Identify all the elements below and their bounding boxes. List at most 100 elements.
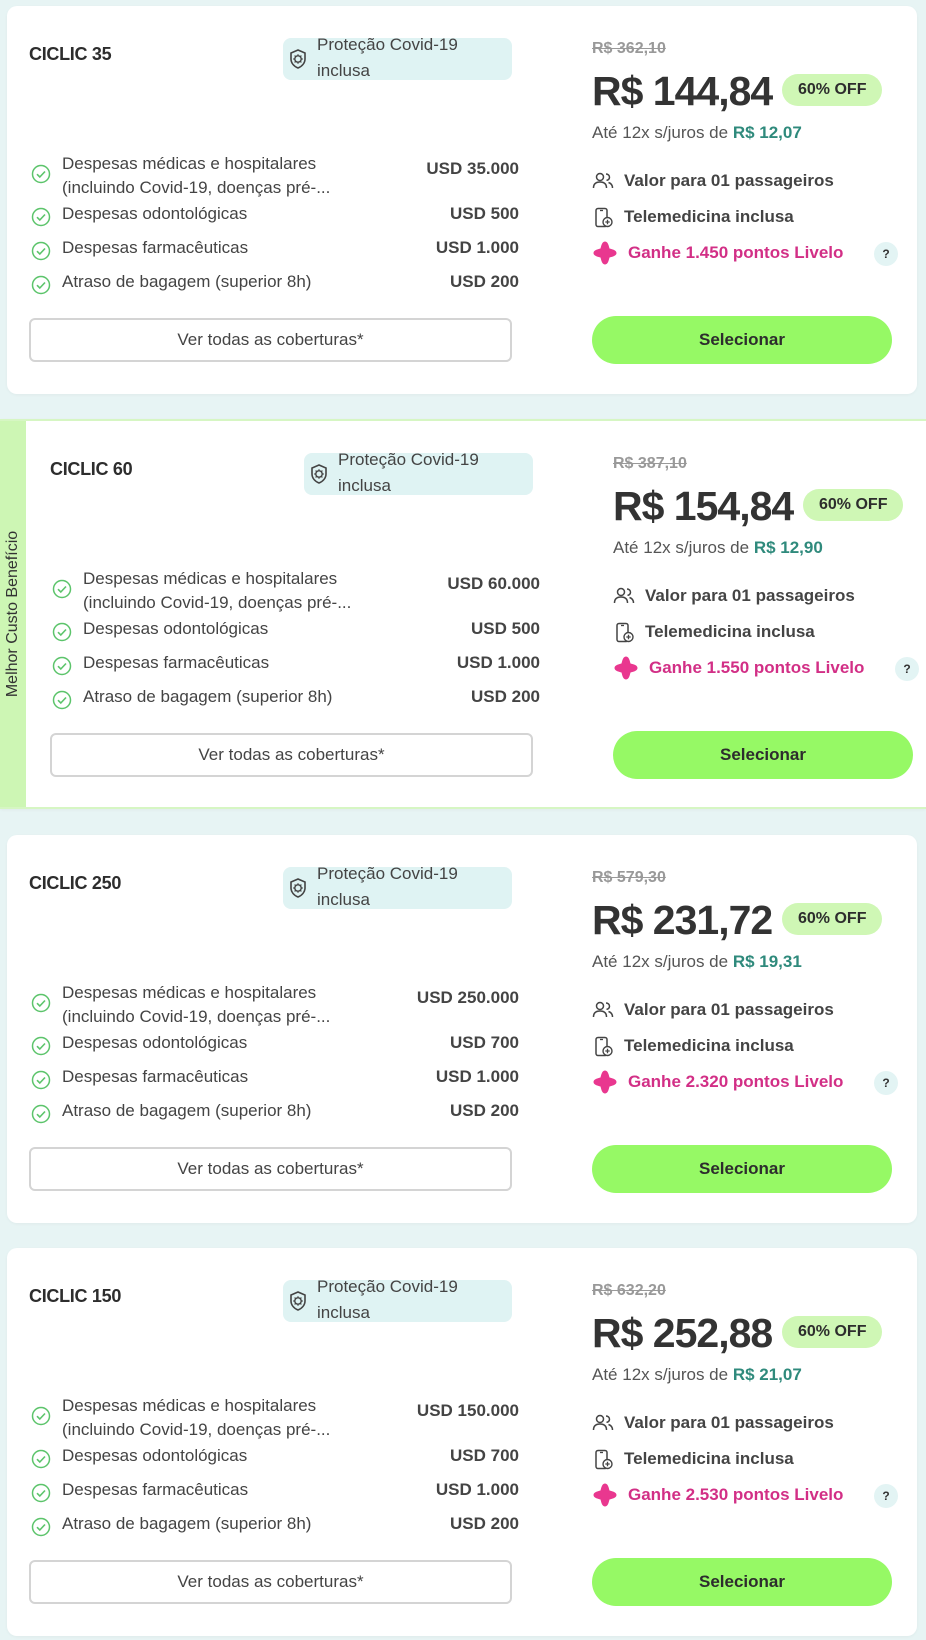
coverage-item: Atraso de bagagem (superior 8h) USD 200 [29,270,519,304]
coverage-label: Atraso de bagagem (superior 8h) [62,272,312,291]
discount-badge: 60% OFF [803,489,904,521]
livelo-points-label: Ganhe 2.530 pontos Livelo [628,1485,844,1504]
coverage-item: Despesas odontológicas USD 700 [29,1444,519,1478]
plan-card-content: CICLIC 35 Proteção Covid-19 inclusa Desp… [7,6,917,394]
livelo-help-icon[interactable]: ? [895,657,919,681]
plan-card-content: CICLIC 250 Proteção Covid-19 inclusa Des… [7,835,917,1223]
coverage-value: USD 200 [450,1101,519,1120]
current-price: R$ 252,88 [592,1310,773,1356]
livelo-help-icon[interactable]: ? [874,1484,898,1508]
see-all-coverages-button[interactable]: Ver todas as coberturas* [50,733,533,777]
livelo-help-icon[interactable]: ? [874,242,898,266]
installments-text: Até 12x s/juros de R$ 12,07 [592,123,802,143]
current-price: R$ 231,72 [592,897,773,943]
see-all-coverages-button[interactable]: Ver todas as coberturas* [29,1147,512,1191]
coverage-label: Despesas odontológicas [62,1446,248,1465]
coverage-value: USD 700 [450,1033,519,1052]
coverage-item: Despesas odontológicas USD 500 [29,202,519,236]
installments-value: R$ 19,31 [732,952,802,971]
plan-card: Melhor Custo Benefício CICLIC 60 Proteçã… [0,419,926,809]
coverage-list: Despesas médicas e hospitalares (incluin… [29,1394,519,1546]
coverage-label: Despesas odontológicas [83,619,269,638]
coverage-value: USD 1.000 [456,653,540,672]
select-plan-button[interactable]: Selecionar [592,1558,892,1606]
check-circle-icon [52,579,72,599]
coverage-item: Despesas farmacêuticas USD 1.000 [29,1065,519,1099]
coverage-item: Despesas médicas e hospitalares (incluin… [29,1394,519,1444]
coverage-value: USD 250.000 [416,988,519,1007]
phone-medical-icon [595,1449,613,1470]
coverage-label: Despesas odontológicas [62,204,248,223]
check-circle-icon [31,207,51,227]
coverage-item: Atraso de bagagem (superior 8h) USD 200 [50,685,540,719]
coverage-label: Despesas farmacêuticas [62,238,249,257]
coverage-list: Despesas médicas e hospitalares (incluin… [29,981,519,1133]
users-icon [592,1001,614,1018]
users-icon [613,587,635,604]
coverage-label: Despesas farmacêuticas [83,653,270,672]
covid-badge-label: Proteção Covid-19 inclusa [317,35,458,80]
check-circle-icon [52,656,72,676]
check-circle-icon [31,1406,51,1426]
current-price: R$ 144,84 [592,68,773,114]
coverage-label: Despesas farmacêuticas [62,1480,249,1499]
covid-badge-label: Proteção Covid-19 inclusa [317,864,458,909]
telemedicine-label: Telemedicina inclusa [624,207,794,226]
phone-medical-icon [616,622,634,643]
old-price: R$ 632,20 [592,1282,666,1299]
select-plan-button[interactable]: Selecionar [592,316,892,364]
check-circle-icon [52,690,72,710]
discount-badge: 60% OFF [782,74,883,106]
covid-badge-label: Proteção Covid-19 inclusa [338,450,479,495]
covid-badge-label: Proteção Covid-19 inclusa [317,1277,458,1322]
livelo-logo-icon [614,656,638,680]
phone-medical-icon [595,207,613,228]
installments-text: Até 12x s/juros de R$ 12,90 [613,538,823,558]
installments-value: R$ 12,90 [753,538,823,557]
plan-name: CICLIC 150 [29,1286,122,1306]
virus-shield-icon [290,49,306,69]
livelo-logo-icon [593,1070,617,1094]
installments-prefix: Até 12x s/juros de [592,1365,733,1384]
plan-card: CICLIC 250 Proteção Covid-19 inclusa Des… [7,835,917,1223]
coverage-label: Despesas médicas e hospitalares (incluin… [83,569,352,612]
coverage-item: Atraso de bagagem (superior 8h) USD 200 [29,1512,519,1546]
installments-prefix: Até 12x s/juros de [592,123,733,142]
coverage-value: USD 700 [450,1446,519,1465]
installments-text: Até 12x s/juros de R$ 21,07 [592,1365,802,1385]
coverage-label: Despesas farmacêuticas [62,1067,249,1086]
coverage-item: Despesas farmacêuticas USD 1.000 [29,236,519,270]
coverage-value: USD 200 [471,687,540,706]
check-circle-icon [31,1517,51,1537]
covid-protection-badge: Proteção Covid-19 inclusa [283,35,512,80]
virus-shield-icon [290,878,306,898]
coverage-item: Despesas odontológicas USD 500 [50,617,540,651]
livelo-points-label: Ganhe 1.550 pontos Livelo [649,658,865,677]
see-all-coverages-button[interactable]: Ver todas as coberturas* [29,1560,512,1604]
installments-text: Até 12x s/juros de R$ 19,31 [592,952,802,972]
coverage-value: USD 60.000 [447,574,540,593]
virus-shield-icon [311,464,327,484]
select-plan-button[interactable]: Selecionar [613,731,913,779]
users-icon [592,172,614,189]
coverage-item: Despesas odontológicas USD 700 [29,1031,519,1065]
coverage-label: Despesas médicas e hospitalares (incluin… [62,983,331,1026]
select-plan-button[interactable]: Selecionar [592,1145,892,1193]
coverage-item: Atraso de bagagem (superior 8h) USD 200 [29,1099,519,1133]
check-circle-icon [31,1036,51,1056]
check-circle-icon [31,1104,51,1124]
coverage-label: Atraso de bagagem (superior 8h) [62,1514,312,1533]
plan-card-content: CICLIC 150 Proteção Covid-19 inclusa Des… [7,1248,917,1636]
check-circle-icon [31,241,51,261]
coverage-list: Despesas médicas e hospitalares (incluin… [29,152,519,304]
see-all-coverages-button[interactable]: Ver todas as coberturas* [29,318,512,362]
coverage-item: Despesas médicas e hospitalares (incluin… [50,567,540,617]
check-circle-icon [31,1070,51,1090]
coverage-value: USD 200 [450,272,519,291]
users-icon [592,1414,614,1431]
plan-name: CICLIC 250 [29,873,122,893]
coverage-value: USD 500 [450,204,519,223]
featured-ribbon-label: Melhor Custo Benefício [4,530,21,698]
livelo-help-icon[interactable]: ? [874,1071,898,1095]
check-circle-icon [31,1449,51,1469]
